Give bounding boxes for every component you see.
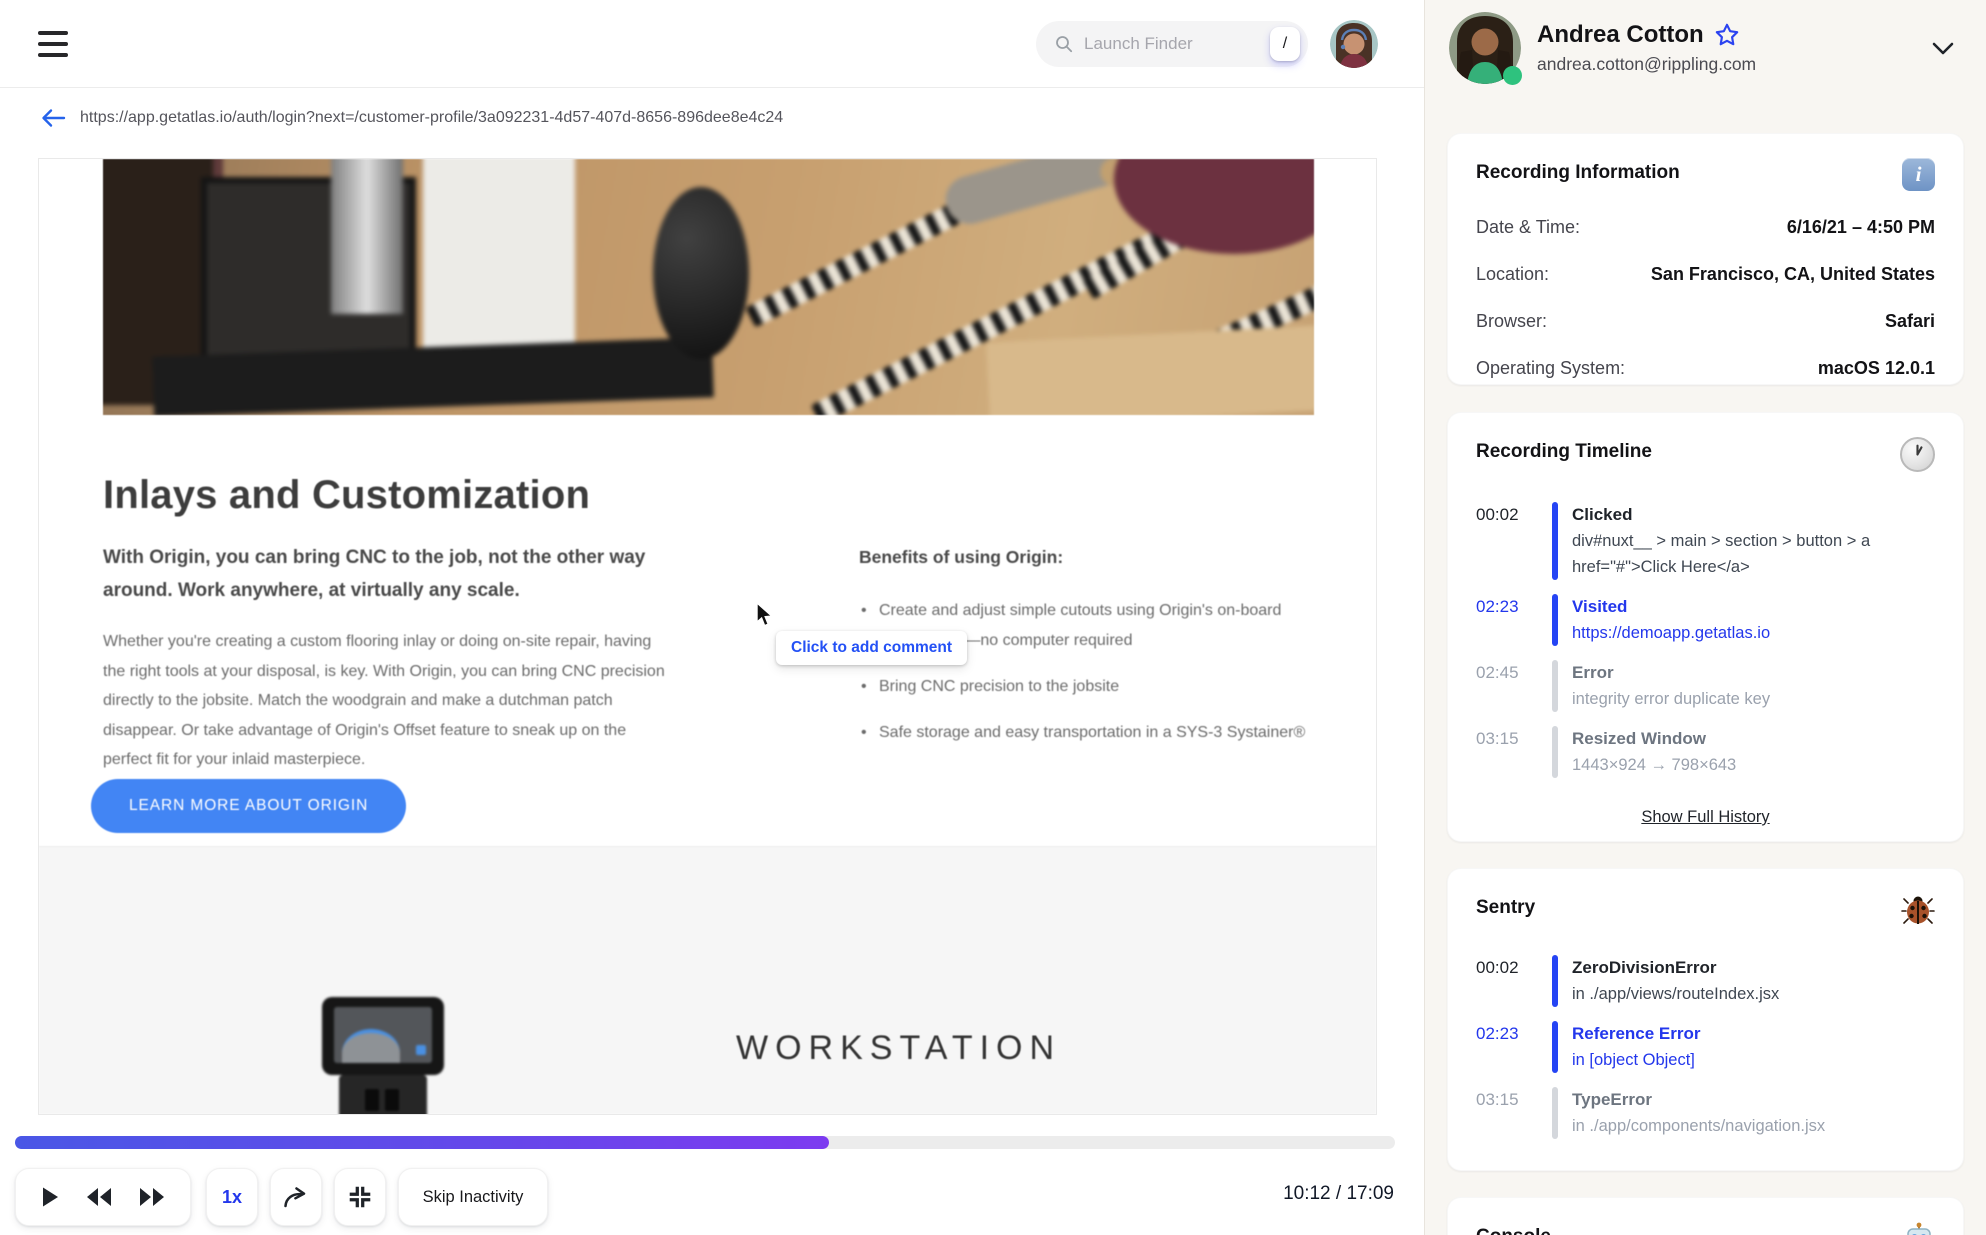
sentry-title: Sentry: [1476, 897, 1536, 918]
info-row: Location: San Francisco, CA, United Stat…: [1476, 264, 1935, 284]
console-title: Console: [1476, 1222, 1551, 1235]
url-bar: https://app.getatlas.io/auth/login?next=…: [40, 106, 783, 130]
benefits-list: Create and adjust simple cutouts using O…: [859, 596, 1317, 748]
sentry-event[interactable]: 02:23 Reference Error in [object Object]: [1476, 1021, 1935, 1087]
bug-icon: [1901, 896, 1935, 924]
menu-button[interactable]: [38, 29, 70, 59]
hero-photo: [103, 159, 1314, 415]
timeline-events: 00:02 Clicked div#nuxt__ > main > sectio…: [1476, 502, 1935, 792]
play-button[interactable]: [40, 1186, 60, 1208]
event-marker-bar: [1552, 502, 1558, 580]
event-marker-bar: [1552, 726, 1558, 778]
chevron-down-icon[interactable]: [1930, 38, 1956, 60]
info-row: Operating System: macOS 12.0.1: [1476, 358, 1935, 378]
session-url: https://app.getatlas.io/auth/login?next=…: [80, 109, 784, 126]
playback-speed-label: 1x: [221, 1186, 243, 1207]
timeline-event[interactable]: 02:45 Error integrity error duplicate ke…: [1476, 660, 1935, 726]
timeline-event[interactable]: 02:23 Visited https://demoapp.getatlas.i…: [1476, 594, 1935, 660]
event-marker-bar: [1552, 660, 1558, 712]
sentry-card: Sentry 00:02 ZeroDivisionError in ./app/…: [1447, 868, 1964, 1171]
info-icon: i: [1902, 158, 1935, 191]
customer-profile-header: Andrea Cotton andrea.cotton@rippling.com: [1449, 12, 1962, 85]
cursor-pointer-icon: [756, 601, 774, 627]
progress-fill: [15, 1136, 830, 1149]
online-status-dot: [1503, 66, 1522, 85]
info-row: Browser: Safari: [1476, 311, 1935, 331]
clock-icon: [1900, 437, 1935, 472]
timeline-event[interactable]: 03:15 Resized Window 1443×924 → 798×643: [1476, 726, 1935, 792]
fast-forward-button[interactable]: [138, 1187, 166, 1207]
recording-information-title: Recording Information: [1476, 162, 1680, 183]
event-marker-bar: [1552, 1087, 1558, 1139]
search-shortcut-badge: /: [1270, 26, 1300, 61]
session-replay-app: Launch Finder / https://app.getatlas.io/…: [0, 0, 1986, 1235]
customer-avatar: [1449, 12, 1522, 85]
skip-inactivity-button[interactable]: Skip Inactivity: [398, 1168, 548, 1226]
recorded-page: Inlays and Customization With Origin, yo…: [39, 159, 1376, 1114]
search-input[interactable]: Launch Finder /: [1036, 20, 1308, 67]
player-pane: Launch Finder / https://app.getatlas.io/…: [0, 0, 1424, 1235]
search-placeholder: Launch Finder: [1084, 33, 1193, 53]
back-icon[interactable]: [40, 106, 66, 130]
workstation-device-image: [322, 997, 444, 1114]
console-card: Console: [1447, 1197, 1964, 1235]
details-sidebar: Andrea Cotton andrea.cotton@rippling.com…: [1424, 0, 1986, 1235]
add-comment-tooltip[interactable]: Click to add comment: [776, 631, 968, 665]
event-marker-bar: [1552, 594, 1558, 646]
robot-icon: [1907, 1222, 1931, 1235]
recording-timeline-card: Recording Timeline 00:02 Clicked div#nux…: [1447, 412, 1964, 842]
skip-inactivity-label: Skip Inactivity: [422, 1187, 524, 1206]
benefit-item: Safe storage and easy transportation in …: [859, 718, 1317, 748]
transport-controls: [15, 1168, 191, 1226]
workstation-logo: WORKSTATION: [736, 1029, 1062, 1067]
favorite-star-icon[interactable]: [1714, 22, 1740, 48]
topbar: Launch Finder /: [0, 0, 1424, 88]
sentry-event[interactable]: 00:02 ZeroDivisionError in ./app/views/r…: [1476, 955, 1935, 1021]
timeline-event[interactable]: 00:02 Clicked div#nuxt__ > main > sectio…: [1476, 502, 1935, 594]
progress-bar[interactable]: [15, 1136, 1395, 1149]
collapse-player-button[interactable]: [334, 1168, 386, 1226]
event-marker-bar: [1552, 1021, 1558, 1073]
skip-forward-icon: [284, 1187, 306, 1208]
sentry-event[interactable]: 03:15 TypeError in ./app/components/navi…: [1476, 1087, 1935, 1153]
user-avatar[interactable]: [1330, 19, 1378, 68]
customer-email: andrea.cotton@rippling.com: [1537, 54, 1757, 74]
session-video[interactable]: Inlays and Customization With Origin, yo…: [38, 158, 1377, 1115]
customer-name: Andrea Cotton: [1537, 21, 1704, 48]
show-full-history-link[interactable]: Show Full History: [1476, 808, 1935, 827]
page-subheading: With Origin, you can bring CNC to the jo…: [103, 547, 646, 601]
workstation-section: WORKSTATION: [39, 846, 1376, 1114]
add-comment-tooltip-label: Click to add comment: [791, 639, 953, 656]
collapse-icon: [349, 1186, 371, 1208]
sentry-events: 00:02 ZeroDivisionError in ./app/views/r…: [1476, 955, 1935, 1153]
skip-forward-button[interactable]: [270, 1168, 322, 1226]
info-row: Date & Time: 6/16/21 – 4:50 PM: [1476, 217, 1935, 237]
recording-information-card: Recording Information i Date & Time: 6/1…: [1447, 133, 1964, 385]
page-body-text: Whether you're creating a custom floorin…: [103, 633, 665, 768]
user-avatar-image: [1330, 19, 1378, 68]
playback-speed-button[interactable]: 1x: [206, 1168, 258, 1226]
learn-more-button: LEARN MORE ABOUT ORIGIN: [91, 779, 407, 833]
search-icon: [1056, 35, 1073, 52]
time-display: 10:12 / 17:09: [1283, 1183, 1394, 1204]
benefit-item: Bring CNC precision to the jobsite: [859, 672, 1317, 702]
page-heading: Inlays and Customization: [103, 473, 591, 517]
event-marker-bar: [1552, 955, 1558, 1007]
rewind-button[interactable]: [85, 1187, 113, 1207]
benefits-title: Benefits of using Origin:: [859, 547, 1064, 567]
recording-timeline-title: Recording Timeline: [1476, 441, 1652, 462]
